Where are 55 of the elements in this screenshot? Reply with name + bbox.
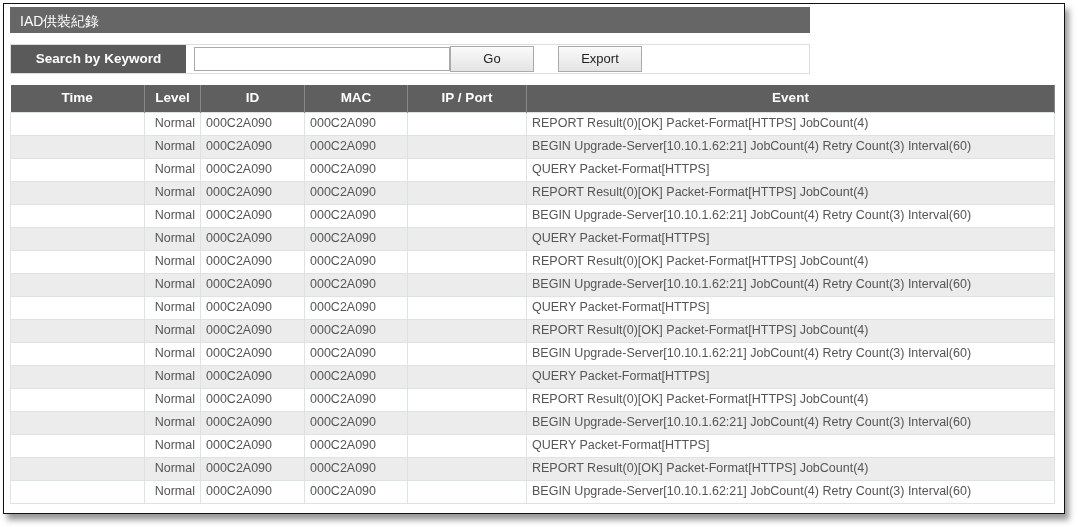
table-cell: 000C2A090 <box>304 434 408 457</box>
table-cell: BEGIN Upgrade-Server[10.10.1.62:21] JobCount(4) Retry Count(3) Interval(60) <box>526 135 1055 158</box>
table-cell: Normal <box>144 434 201 457</box>
table-cell: 000C2A090 <box>304 250 408 273</box>
table-cell: Normal <box>144 250 201 273</box>
table-cell: QUERY Packet-Format[HTTPS] <box>526 227 1055 250</box>
table-cell: QUERY Packet-Format[HTTPS] <box>526 158 1055 181</box>
table-cell: BEGIN Upgrade-Server[10.10.1.62:21] JobCount(4) Retry Count(3) Interval(60) <box>526 480 1055 503</box>
search-label: Search by Keyword <box>11 45 186 73</box>
table-cell: REPORT Result(0)[OK] Packet-Format[HTTPS] JobCount(4) <box>526 319 1055 342</box>
table-cell: REPORT Result(0)[OK] Packet-Format[HTTPS] JobCount(4) <box>526 388 1055 411</box>
table-cell: QUERY Packet-Format[HTTPS] <box>526 365 1055 388</box>
table-cell: 000C2A090 <box>304 342 408 365</box>
table-cell: QUERY Packet-Format[HTTPS] <box>526 434 1055 457</box>
table-cell: 000C2A090 <box>200 388 305 411</box>
column-header: Time <box>10 85 145 112</box>
table-cell: REPORT Result(0)[OK] Packet-Format[HTTPS] JobCount(4) <box>526 457 1055 480</box>
table-cell: 000C2A090 <box>304 296 408 319</box>
go-button[interactable]: Go <box>450 46 534 72</box>
table-cell: REPORT Result(0)[OK] Packet-Format[HTTPS] JobCount(4) <box>526 112 1055 135</box>
table-cell: QUERY Packet-Format[HTTPS] <box>526 296 1055 319</box>
column-header: Event <box>526 85 1055 112</box>
table-cell: 000C2A090 <box>200 112 305 135</box>
column-header: IP / Port <box>407 85 527 112</box>
table-cell: 000C2A090 <box>200 296 305 319</box>
table-cell: Normal <box>144 480 201 503</box>
column-header: MAC <box>304 85 408 112</box>
table-cell: 000C2A090 <box>200 480 305 503</box>
table-cell: 000C2A090 <box>304 204 408 227</box>
table-cell: REPORT Result(0)[OK] Packet-Format[HTTPS] JobCount(4) <box>526 181 1055 204</box>
table-cell: BEGIN Upgrade-Server[10.10.1.62:21] JobCount(4) Retry Count(3) Interval(60) <box>526 342 1055 365</box>
column-header: Level <box>144 85 201 112</box>
table-cell: Normal <box>144 388 201 411</box>
table-cell: 000C2A090 <box>304 480 408 503</box>
table-cell: Normal <box>144 112 201 135</box>
table-cell: BEGIN Upgrade-Server[10.10.1.62:21] JobCount(4) Retry Count(3) Interval(60) <box>526 273 1055 296</box>
table-cell: Normal <box>144 296 201 319</box>
export-button[interactable]: Export <box>558 46 642 72</box>
table-cell: 000C2A090 <box>304 112 408 135</box>
table-cell: 000C2A090 <box>200 250 305 273</box>
table-cell: 000C2A090 <box>200 158 305 181</box>
table-cell: BEGIN Upgrade-Server[10.10.1.62:21] JobCount(4) Retry Count(3) Interval(60) <box>526 411 1055 434</box>
table-cell: REPORT Result(0)[OK] Packet-Format[HTTPS] JobCount(4) <box>526 250 1055 273</box>
table-cell: Normal <box>144 342 201 365</box>
table-cell: Normal <box>144 158 201 181</box>
search-field[interactable] <box>194 47 450 71</box>
table-cell: 000C2A090 <box>200 342 305 365</box>
column-header: ID <box>200 85 305 112</box>
table-cell: 000C2A090 <box>304 158 408 181</box>
page-title: IAD供裝紀錄 <box>10 7 810 33</box>
table-cell: 000C2A090 <box>200 434 305 457</box>
table-cell: BEGIN Upgrade-Server[10.10.1.62:21] JobCount(4) Retry Count(3) Interval(60) <box>526 204 1055 227</box>
table-cell: 000C2A090 <box>304 388 408 411</box>
table-cell: Normal <box>144 204 201 227</box>
table-cell: 000C2A090 <box>200 204 305 227</box>
